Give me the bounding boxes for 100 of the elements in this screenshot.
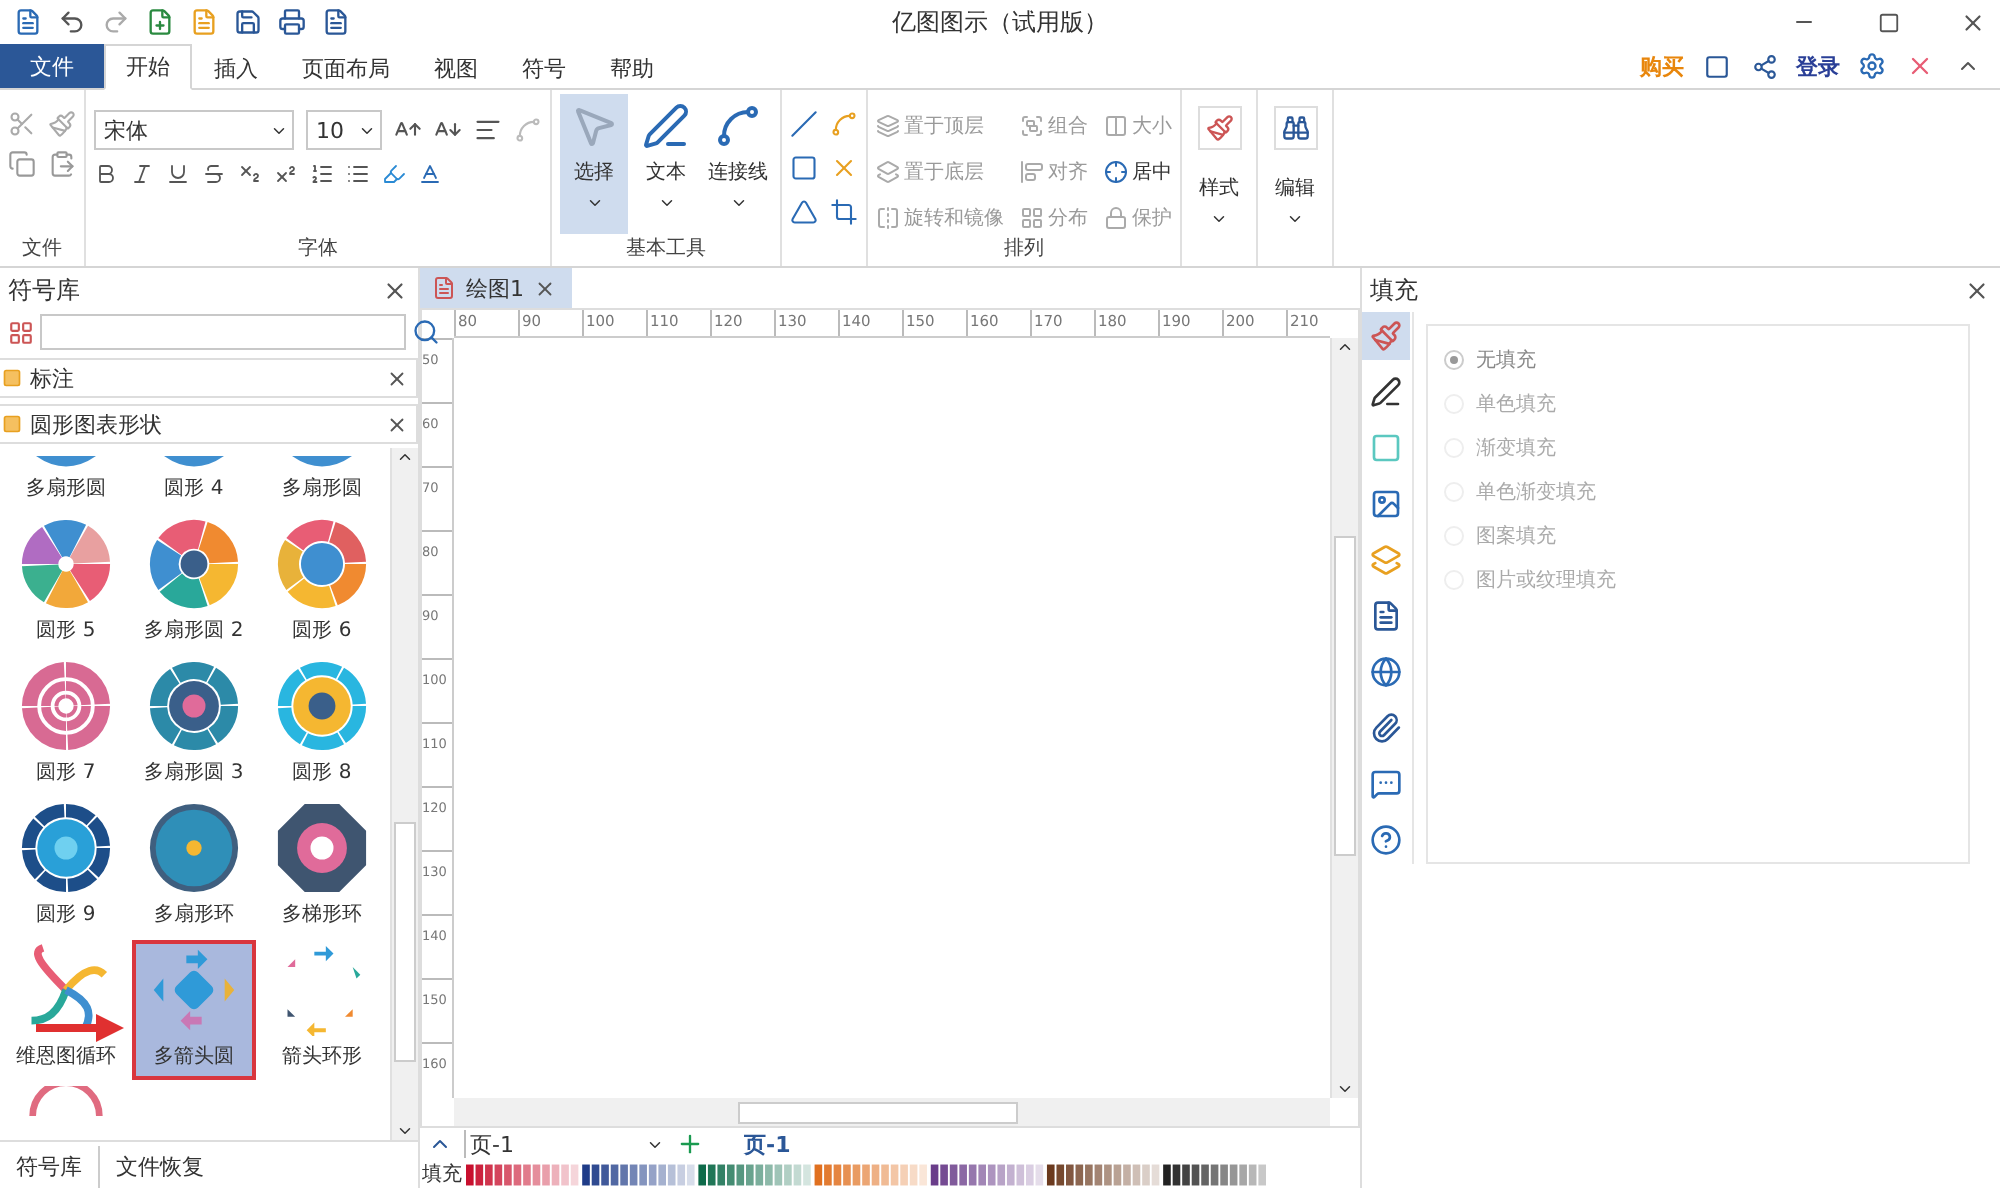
- align-icon[interactable]: [474, 116, 502, 144]
- fill-label: 填充: [422, 1161, 462, 1188]
- pen-line-icon: [1370, 376, 1402, 408]
- new-file-icon[interactable]: [144, 6, 176, 38]
- scroll-up-icon[interactable]: [396, 448, 414, 466]
- fill-option[interactable]: 无填充: [1444, 346, 1952, 374]
- lock-icon: [1104, 205, 1128, 230]
- menu-tab[interactable]: 页面布局: [280, 44, 412, 90]
- search-icon[interactable]: [412, 316, 440, 348]
- app-logo-icon[interactable]: [12, 6, 44, 38]
- library-icon[interactable]: [8, 316, 34, 348]
- italic-icon[interactable]: [130, 162, 154, 186]
- style-button[interactable]: 样式: [1189, 166, 1249, 236]
- undo-icon[interactable]: [56, 6, 88, 38]
- edit-button[interactable]: 编辑: [1265, 166, 1325, 236]
- panel-tab[interactable]: 文件恢复: [100, 1146, 220, 1188]
- shape-tile[interactable]: 多扇形圆: [4, 448, 128, 512]
- shape-tile[interactable]: 多扇形圆 3: [132, 656, 256, 796]
- help-icon: [1370, 824, 1402, 856]
- underline-icon[interactable]: [166, 162, 190, 186]
- shape-tile[interactable]: 多箭头圆: [132, 940, 256, 1080]
- close-icon[interactable]: [534, 277, 556, 299]
- shape-tile[interactable]: 圆形 6: [260, 514, 384, 654]
- page-select[interactable]: 页-1: [464, 1130, 664, 1158]
- font-select[interactable]: 宋体: [94, 110, 294, 150]
- shape-tile[interactable]: 维恩图循环: [4, 940, 128, 1080]
- caret-icon[interactable]: [1286, 210, 1304, 228]
- caret-icon[interactable]: [657, 194, 675, 212]
- export-icon[interactable]: [320, 6, 352, 38]
- binoculars-icon[interactable]: [1273, 106, 1317, 150]
- strikethrough-icon[interactable]: [202, 162, 226, 186]
- shape-tile[interactable]: 多扇形圆: [260, 448, 384, 512]
- caret-icon[interactable]: [729, 194, 747, 212]
- arrange-button[interactable]: 居中: [1104, 155, 1172, 189]
- scroll-down-icon[interactable]: [396, 1122, 414, 1140]
- color-palette[interactable]: [466, 1163, 1266, 1185]
- pen-icon: [642, 102, 690, 150]
- size-select[interactable]: 10: [306, 110, 382, 150]
- crosshair-icon: [1104, 159, 1128, 184]
- highlight-icon[interactable]: [382, 162, 406, 186]
- print-icon[interactable]: [276, 6, 308, 38]
- tool-button[interactable]: 连接线: [704, 94, 772, 234]
- menu-tab[interactable]: 插入: [192, 44, 280, 90]
- caret-icon[interactable]: [585, 194, 603, 212]
- panel-title: 符号库: [8, 273, 80, 307]
- shape-tile[interactable]: 圆形 4: [132, 448, 256, 512]
- line-icon[interactable]: [790, 110, 818, 138]
- menu-tab[interactable]: 符号: [500, 44, 588, 90]
- font-color-icon[interactable]: [418, 162, 442, 186]
- paint-bucket-icon: [1370, 320, 1402, 352]
- connector-icon: [714, 102, 762, 150]
- scrollbar[interactable]: [454, 1098, 1330, 1126]
- comment-icon: [1370, 768, 1402, 800]
- copy-icon[interactable]: [8, 150, 36, 178]
- menu-tab[interactable]: 开始: [104, 44, 192, 90]
- close-icon[interactable]: [386, 413, 408, 435]
- line-spacing-icon[interactable]: [310, 162, 334, 186]
- group-label: 排列: [1002, 235, 1046, 264]
- search-field[interactable]: [40, 314, 406, 350]
- rectangle-icon[interactable]: [790, 154, 818, 182]
- shape-icon[interactable]: [790, 198, 818, 226]
- shape-tile[interactable]: 圆形 8: [260, 656, 384, 796]
- shape-tile[interactable]: 多扇形环: [132, 798, 256, 938]
- tool-button[interactable]: 选择: [560, 94, 628, 234]
- paint-icon[interactable]: [1197, 106, 1241, 150]
- category-header[interactable]: 圆形图表形状: [0, 404, 418, 444]
- shape-tile[interactable]: 圆形 9: [4, 798, 128, 938]
- close-icon[interactable]: [386, 367, 408, 389]
- shape-tile[interactable]: 多扇形圆 2: [132, 514, 256, 654]
- category-header[interactable]: 标注: [0, 358, 418, 398]
- scrollbar[interactable]: [1330, 338, 1358, 1098]
- caret-icon[interactable]: [1210, 210, 1228, 228]
- scrollbar[interactable]: [390, 448, 418, 1140]
- radio-button[interactable]: [1444, 350, 1464, 370]
- scroll-down-icon[interactable]: [1336, 1080, 1354, 1098]
- globe-icon: [1370, 656, 1402, 688]
- save-icon[interactable]: [232, 6, 264, 38]
- shape-tile[interactable]: 圆形 5: [4, 514, 128, 654]
- share-icon[interactable]: [1748, 50, 1780, 82]
- add-page-icon[interactable]: [676, 1130, 704, 1158]
- scroll-up-icon[interactable]: [1336, 338, 1354, 356]
- superscript-icon[interactable]: [274, 162, 298, 186]
- screen-icon[interactable]: [1700, 50, 1732, 82]
- shape-tile[interactable]: 多梯形环: [260, 798, 384, 938]
- settings-icon[interactable]: [1856, 50, 1888, 82]
- page-tab[interactable]: 页-1: [744, 1129, 791, 1159]
- paste-icon[interactable]: [48, 150, 76, 178]
- group-label: 字体: [296, 235, 340, 264]
- menu-tab[interactable]: 帮助: [588, 44, 676, 90]
- menu-tab[interactable]: 视图: [412, 44, 500, 90]
- tool-button[interactable]: 文本: [632, 94, 700, 234]
- subscript-icon[interactable]: [238, 162, 262, 186]
- panel-title: 填充: [1370, 273, 1418, 307]
- shape-tile[interactable]: 圆形 7: [4, 656, 128, 796]
- login-link[interactable]: 登录: [1796, 51, 1840, 81]
- file-tab[interactable]: 文件: [0, 44, 104, 88]
- document-tab[interactable]: 绘图1: [420, 268, 572, 308]
- shape-tile[interactable]: 箭头环形: [260, 940, 384, 1080]
- bold-icon[interactable]: [94, 162, 118, 186]
- crop-icon[interactable]: [830, 198, 858, 226]
